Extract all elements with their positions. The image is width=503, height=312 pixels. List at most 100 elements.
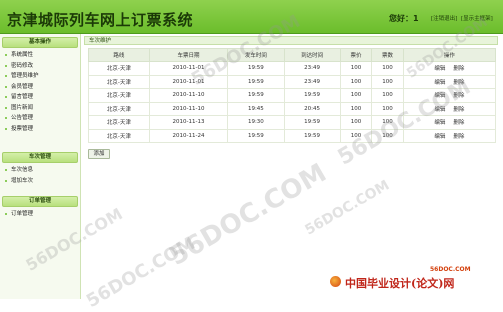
route-cell: 北京-天津 bbox=[88, 61, 150, 76]
bullet-icon bbox=[5, 75, 7, 77]
sidebar-section-title[interactable]: 车次管理 bbox=[2, 152, 78, 163]
table-row: 北京-天津 2010-11-01 19:59 23:49 100 100 编辑 删… bbox=[88, 61, 497, 76]
date-cell: 2010-11-01 bbox=[148, 74, 229, 89]
table-row: 北京-天津 2010-11-01 19:59 23:49 100 100 编辑 删… bbox=[88, 74, 497, 89]
sidebar-item-system-settings[interactable]: 系统属性 bbox=[2, 50, 78, 61]
depart-time-cell: 19:30 bbox=[227, 115, 285, 130]
price-cell: 100 bbox=[339, 88, 373, 103]
table-header-row: 路线 车票日期 发车时间 到达时间 票价 票数 操作 bbox=[88, 48, 497, 62]
route-cell: 北京-天津 bbox=[88, 128, 150, 143]
sidebar-item-change-password[interactable]: 密码修改 bbox=[2, 61, 78, 72]
bullet-icon bbox=[5, 64, 7, 67]
bullet-icon bbox=[5, 213, 7, 215]
date-cell: 2010-11-24 bbox=[148, 128, 229, 143]
sidebar-section-trains: 车次管理 车次信息 增加车次 bbox=[2, 152, 78, 186]
app-title: 京津城际列车网上订票系统 bbox=[7, 11, 194, 29]
delete-link[interactable]: 删除 bbox=[453, 120, 464, 126]
sidebar-item-order-management[interactable]: 订单管理 bbox=[2, 209, 78, 220]
ticket-count-cell: 100 bbox=[371, 88, 404, 103]
bullet-icon bbox=[5, 54, 7, 56]
column-header: 操作 bbox=[402, 48, 497, 62]
edit-link[interactable]: 编辑 bbox=[434, 120, 445, 126]
operations-cell: 编辑 删除 bbox=[402, 101, 497, 116]
arrive-time-cell: 19:59 bbox=[283, 88, 341, 103]
sidebar-item-label: 系统属性 bbox=[11, 52, 34, 58]
column-header: 发车时间 bbox=[227, 48, 285, 62]
operations-cell: 编辑 删除 bbox=[402, 128, 497, 143]
route-cell: 北京-天津 bbox=[88, 115, 150, 130]
sidebar-item-label: 密码修改 bbox=[11, 62, 34, 69]
delete-link[interactable]: 删除 bbox=[453, 80, 464, 86]
column-header: 票价 bbox=[339, 48, 373, 62]
route-cell: 北京-天津 bbox=[88, 101, 150, 116]
ticket-count-cell: 100 bbox=[371, 74, 404, 89]
train-table: 路线 车票日期 发车时间 到达时间 票价 票数 操作 北京-天津 2010-11… bbox=[88, 48, 497, 143]
arrive-time-cell: 19:59 bbox=[283, 128, 341, 143]
edit-link[interactable]: 编辑 bbox=[434, 134, 445, 140]
depart-time-cell: 19:59 bbox=[227, 128, 285, 143]
sidebar-item-train-info[interactable]: 车次信息 bbox=[2, 165, 78, 176]
edit-link[interactable]: 编辑 bbox=[434, 93, 445, 99]
column-header: 票数 bbox=[371, 48, 404, 62]
price-cell: 100 bbox=[339, 101, 373, 116]
sidebar-section-basic: 基本操作 系统属性 密码修改 管理员维护 会员管理 留言管理 图片新闻 公告管理… bbox=[2, 37, 78, 134]
table-row: 北京-天津 2010-11-10 19:45 20:45 100 100 编辑 删… bbox=[88, 101, 497, 116]
logout-link[interactable]: [注销退出] bbox=[431, 14, 457, 22]
route-cell: 北京-天津 bbox=[88, 74, 150, 89]
delete-link[interactable]: 删除 bbox=[453, 134, 464, 140]
ticket-count-cell: 100 bbox=[371, 115, 404, 130]
depart-time-cell: 19:45 bbox=[227, 101, 285, 116]
route-cell: 北京-天津 bbox=[88, 88, 150, 103]
add-train-button[interactable]: 添加 bbox=[88, 149, 110, 159]
watermark: 56DOC.COM bbox=[164, 158, 332, 272]
delete-link[interactable]: 删除 bbox=[453, 66, 464, 72]
sidebar-item-votes[interactable]: 投票管理 bbox=[2, 124, 78, 135]
column-header: 车票日期 bbox=[148, 48, 229, 62]
bullet-icon bbox=[5, 179, 7, 182]
logo-domain: 56DOC.COM bbox=[430, 266, 471, 273]
edit-link[interactable]: 编辑 bbox=[434, 66, 445, 72]
arrive-time-cell: 23:49 bbox=[283, 61, 341, 76]
delete-link[interactable]: 删除 bbox=[453, 93, 464, 99]
table-row: 北京-天津 2010-11-13 19:30 19:59 100 100 编辑 删… bbox=[88, 115, 497, 130]
sidebar-item-label: 会员管理 bbox=[11, 83, 34, 90]
price-cell: 100 bbox=[339, 61, 373, 76]
arrive-time-cell: 19:59 bbox=[283, 115, 341, 130]
show-main-frame-link[interactable]: [显示主框架] bbox=[461, 14, 493, 22]
sidebar: 基本操作 系统属性 密码修改 管理员维护 会员管理 留言管理 图片新闻 公告管理… bbox=[0, 34, 81, 299]
table-row: 北京-天津 2010-11-10 19:59 19:59 100 100 编辑 删… bbox=[88, 88, 497, 103]
column-header: 路线 bbox=[88, 48, 150, 62]
price-cell: 100 bbox=[339, 115, 373, 130]
column-header: 到达时间 bbox=[283, 48, 341, 62]
sidebar-item-admin-maintenance[interactable]: 管理员维护 bbox=[2, 71, 78, 82]
edit-link[interactable]: 编辑 bbox=[434, 80, 445, 86]
depart-time-cell: 19:59 bbox=[227, 74, 285, 89]
sidebar-section-orders: 订单管理 订单管理 bbox=[2, 196, 78, 220]
sidebar-item-label: 公告管理 bbox=[11, 115, 34, 121]
edit-link[interactable]: 编辑 bbox=[434, 107, 445, 113]
panel-title: 车次维护 bbox=[84, 36, 498, 45]
price-cell: 100 bbox=[339, 74, 373, 89]
price-cell: 100 bbox=[339, 128, 373, 143]
sidebar-item-label: 投票管理 bbox=[11, 125, 34, 132]
sidebar-item-announcements[interactable]: 公告管理 bbox=[2, 113, 78, 124]
depart-time-cell: 19:59 bbox=[227, 61, 285, 76]
sidebar-item-label: 订单管理 bbox=[11, 211, 34, 217]
operations-cell: 编辑 删除 bbox=[402, 61, 497, 76]
sidebar-section-title[interactable]: 订单管理 bbox=[2, 196, 78, 207]
sidebar-item-label: 图片新闻 bbox=[11, 104, 34, 111]
logo-text: 中国毕业设计(论文)网 bbox=[345, 277, 455, 290]
sidebar-item-members[interactable]: 会员管理 bbox=[2, 82, 78, 93]
sidebar-item-photo-news[interactable]: 图片新闻 bbox=[2, 103, 78, 114]
date-cell: 2010-11-01 bbox=[148, 61, 229, 76]
delete-link[interactable]: 删除 bbox=[453, 107, 464, 113]
operations-cell: 编辑 删除 bbox=[402, 74, 497, 89]
sidebar-item-messages[interactable]: 留言管理 bbox=[2, 92, 78, 103]
bullet-icon bbox=[5, 169, 7, 171]
sidebar-item-label: 管理员维护 bbox=[11, 73, 39, 79]
ticket-count-cell: 100 bbox=[371, 61, 404, 76]
depart-time-cell: 19:59 bbox=[227, 88, 285, 103]
sidebar-section-title[interactable]: 基本操作 bbox=[2, 37, 78, 48]
ticket-count-cell: 100 bbox=[371, 128, 404, 143]
sidebar-item-add-train[interactable]: 增加车次 bbox=[2, 176, 78, 187]
